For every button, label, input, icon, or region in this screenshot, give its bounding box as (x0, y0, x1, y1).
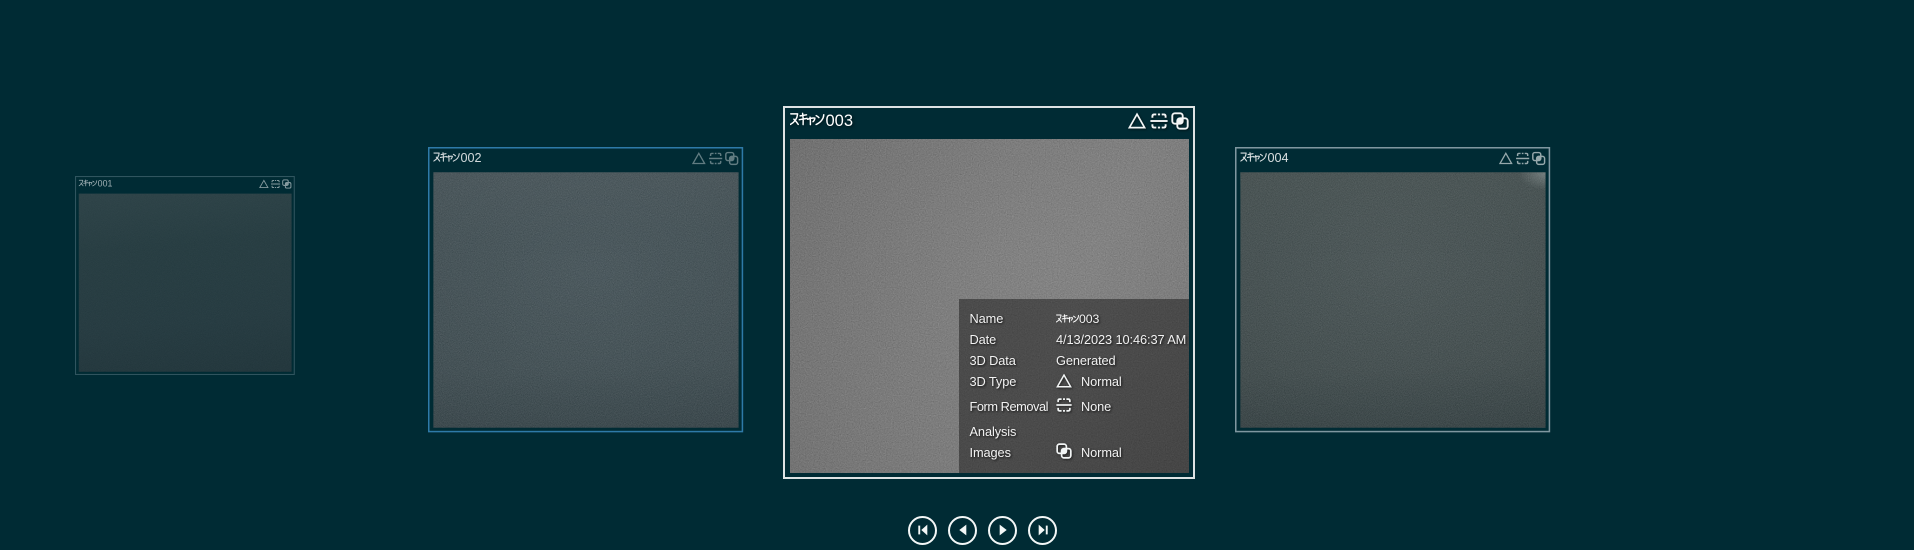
svg-text:004: 004 (1267, 151, 1288, 165)
svg-text:001: 001 (97, 179, 112, 188)
svg-text:002: 002 (460, 151, 481, 165)
svg-text:003: 003 (825, 112, 853, 130)
